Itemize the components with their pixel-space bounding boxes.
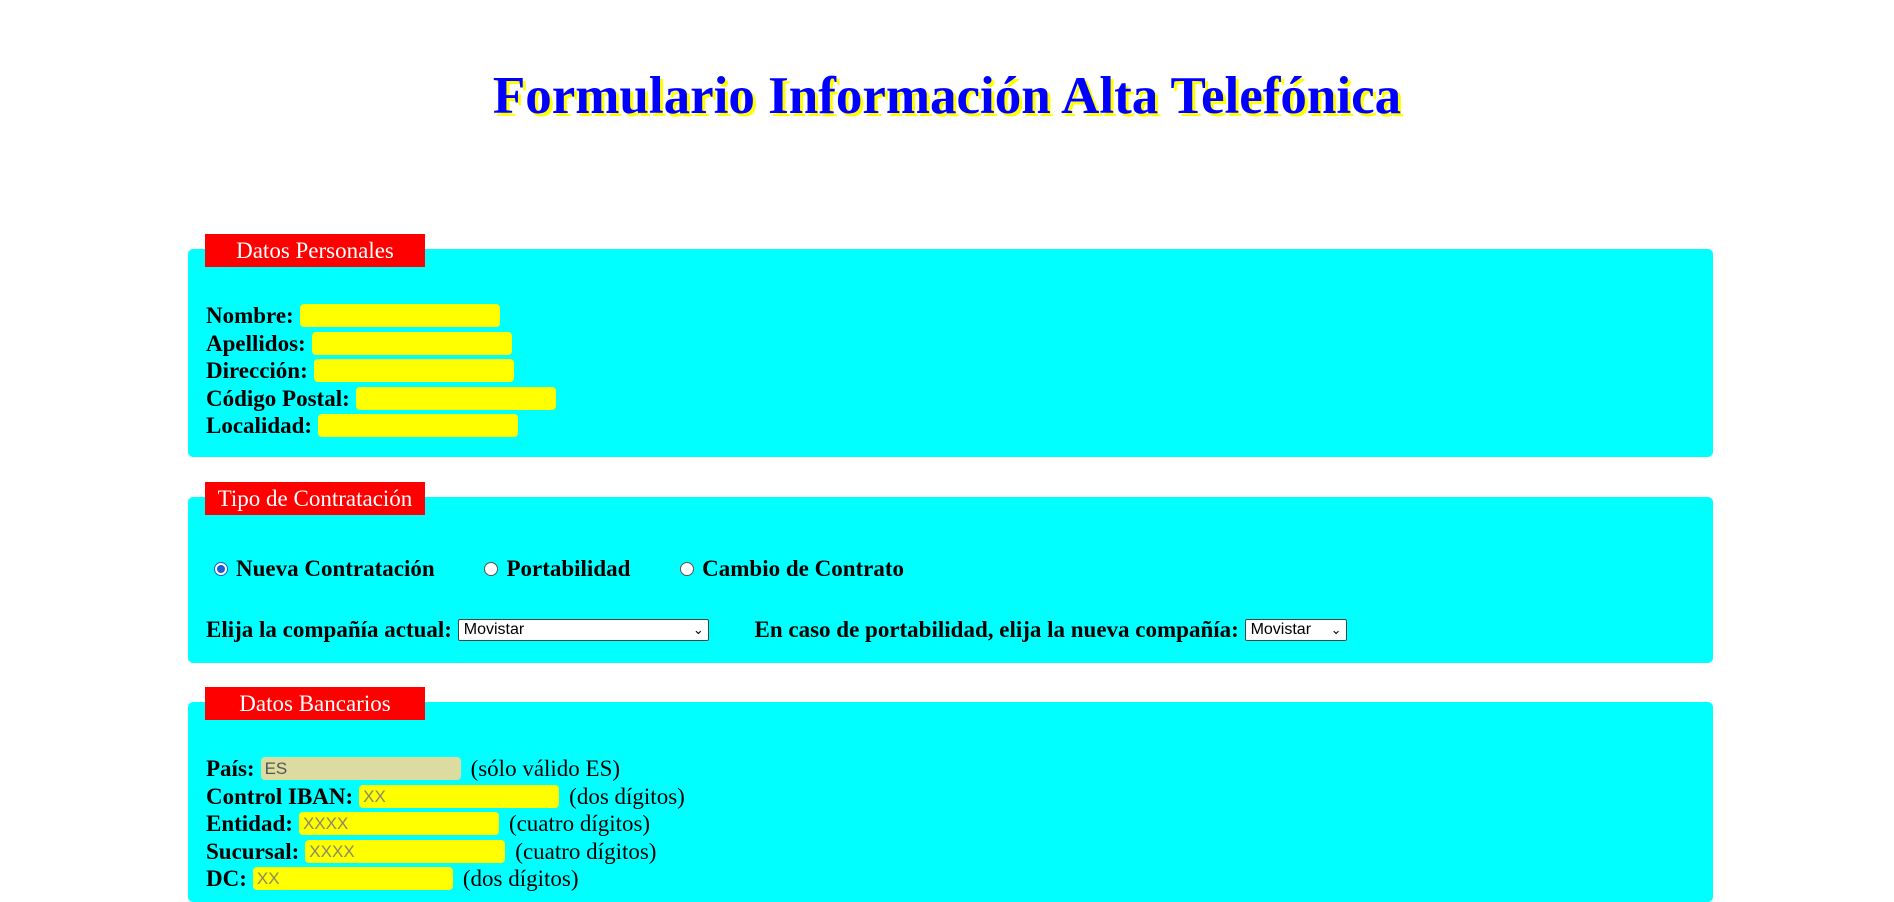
localidad-input[interactable] <box>318 414 519 438</box>
sucursal-note: (cuatro dígitos) <box>515 839 657 864</box>
personal-data-section: Datos Personales Nombre: Apellidos: Dire… <box>188 234 1713 457</box>
company-select-row: Elija la compañía actual: Movistar ⌄ En c… <box>206 616 1347 643</box>
radio-checked-icon[interactable] <box>214 561 228 576</box>
nombre-input[interactable] <box>299 304 500 328</box>
pais-label: País: <box>206 756 255 781</box>
localidad-row: Localidad: <box>206 412 519 439</box>
contract-options: Nueva Contratación Portabilidad Cambio d… <box>214 555 904 583</box>
contract-type-legend: Tipo de Contratación <box>205 482 425 515</box>
apellidos-label: Apellidos: <box>206 331 306 356</box>
current-company-value: Movistar <box>463 620 525 638</box>
radio-unchecked-icon[interactable] <box>680 561 695 576</box>
codigo-postal-row: Código Postal: <box>206 385 556 412</box>
current-company-label: Elija la compañía actual: <box>206 617 452 642</box>
radio-cambio-contrato-label: Cambio de Contrato <box>702 556 905 581</box>
new-company-label: En caso de portabilidad, elija la nueva … <box>754 617 1239 642</box>
nombre-label: Nombre: <box>206 303 294 328</box>
sucursal-label: Sucursal: <box>206 839 300 864</box>
current-company-select[interactable]: Movistar ⌄ <box>457 618 709 641</box>
bank-data-section: Datos Bancarios País: ES (sólo válido ES) … <box>188 687 1713 902</box>
nombre-row: Nombre: <box>206 302 500 329</box>
entidad-input[interactable]: XXXX <box>298 812 499 836</box>
dc-label: DC: <box>206 866 247 891</box>
radio-unchecked-icon[interactable] <box>484 561 499 576</box>
codigo-postal-label: Código Postal: <box>206 386 350 411</box>
new-company-select[interactable]: Movistar ⌄ <box>1244 618 1347 641</box>
apellidos-input[interactable] <box>311 332 512 356</box>
entidad-note: (cuatro dígitos) <box>508 811 651 836</box>
pais-note: (sólo válido ES) <box>470 756 621 781</box>
entidad-row: Entidad: XXXX (cuatro dígitos) <box>206 810 650 837</box>
localidad-label: Localidad: <box>206 413 313 438</box>
direccion-row: Dirección: <box>206 357 514 384</box>
pais-input: ES <box>260 757 461 781</box>
sucursal-input[interactable]: XXXX <box>305 840 506 864</box>
direccion-input[interactable] <box>313 359 514 383</box>
pais-row: País: ES (sólo válido ES) <box>206 755 620 782</box>
contract-type-section: Tipo de Contratación Nueva Contratación … <box>188 482 1713 663</box>
personal-data-legend: Datos Personales <box>205 234 425 267</box>
radio-cambio-contrato[interactable]: Cambio de Contrato <box>680 555 904 583</box>
control-iban-label: Control IBAN: <box>206 784 354 809</box>
control-iban-input[interactable]: XX <box>359 785 560 809</box>
dc-note: (dos dígitos) <box>462 866 579 891</box>
radio-nueva-contratacion-label: Nueva Contratación <box>236 556 435 581</box>
apellidos-row: Apellidos: <box>206 330 512 357</box>
dc-row: DC: XX (dos dígitos) <box>206 865 579 892</box>
radio-portabilidad[interactable]: Portabilidad <box>484 555 630 583</box>
page-title: Formulario Información Alta Telefónica <box>492 67 1402 125</box>
sucursal-row: Sucursal: XXXX (cuatro dígitos) <box>206 838 656 865</box>
direccion-label: Dirección: <box>206 358 308 383</box>
chevron-down-icon: ⌄ <box>1330 621 1342 637</box>
new-company-value: Movistar <box>1250 620 1312 638</box>
control-iban-row: Control IBAN: XX (dos dígitos) <box>206 783 685 810</box>
entidad-label: Entidad: <box>206 811 293 836</box>
bank-data-legend: Datos Bancarios <box>205 687 425 720</box>
chevron-down-icon: ⌄ <box>692 621 704 637</box>
radio-nueva-contratacion[interactable]: Nueva Contratación <box>214 555 435 583</box>
codigo-postal-input[interactable] <box>355 387 556 411</box>
radio-portabilidad-label: Portabilidad <box>506 556 631 581</box>
control-iban-note: (dos dígitos) <box>569 784 685 809</box>
